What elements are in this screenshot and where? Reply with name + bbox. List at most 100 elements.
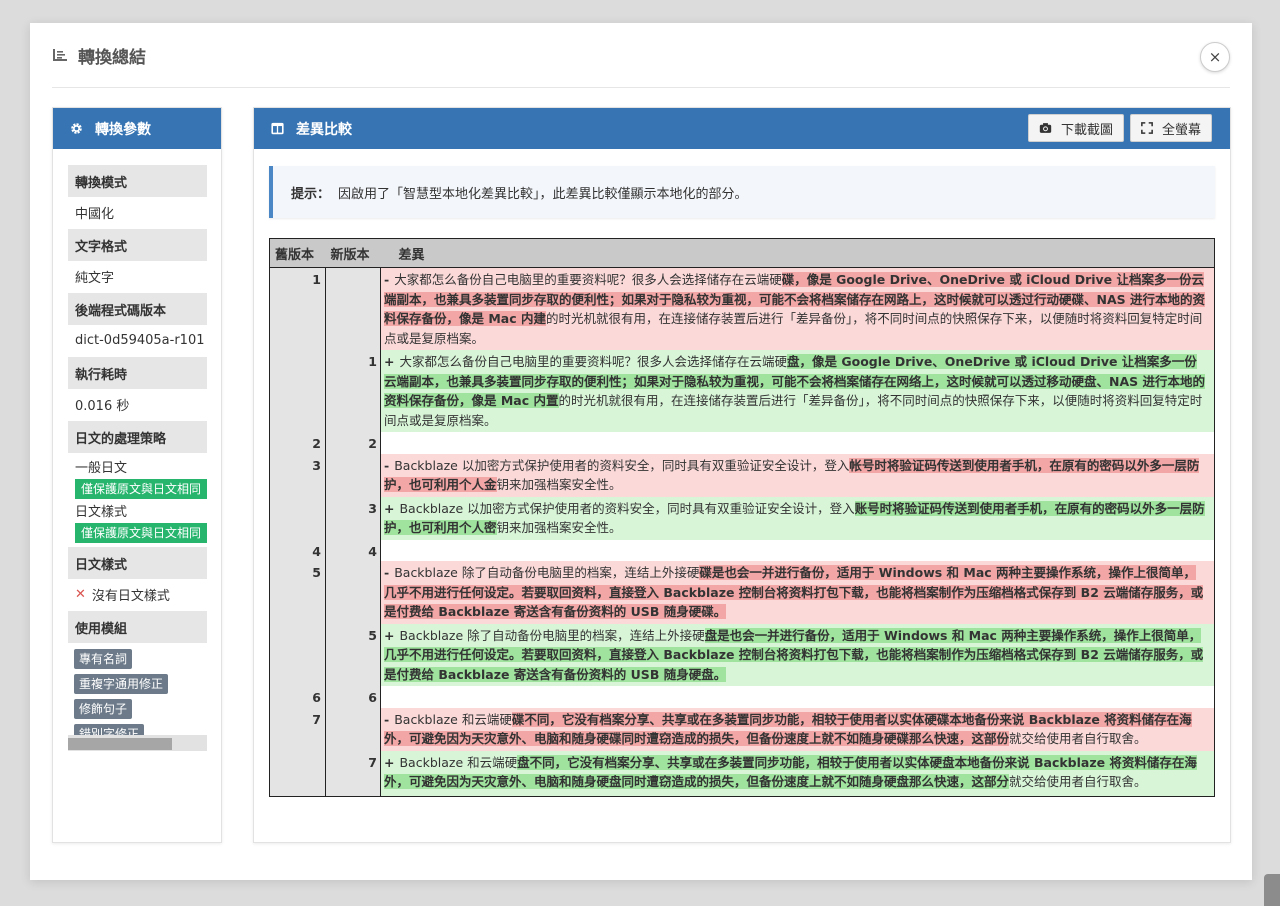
- page-scroll-button[interactable]: [1264, 874, 1280, 906]
- camera-icon: [1039, 122, 1052, 134]
- diff-content: + Backblaze 除了自动备份电脑里的档案，连结上外接硬盘是也会一并进行备份…: [380, 623, 1215, 686]
- text-format-label: 文字格式: [68, 229, 207, 261]
- params-panel: 轉換參數 轉換模式 中國化 文字格式 純文字 後端程式碼版本 dict-0d59…: [52, 107, 222, 843]
- unchanged-line-row: 44: [269, 539, 1215, 561]
- diff-panel-title: 差異比較: [296, 121, 352, 138]
- close-button[interactable]: ×: [1200, 42, 1230, 72]
- jp-strategy-list: 一般日文 僅保護原文與日文相同 日文樣式 僅保護原文與日文相同: [68, 453, 207, 543]
- jp-general-label: 一般日文: [75, 461, 128, 476]
- new-line-number: 3: [325, 496, 381, 540]
- unchanged-text: Backblaze 和云端硬: [394, 711, 512, 727]
- jp-general-tag: 僅保護原文與日文相同: [75, 479, 207, 499]
- col-new-header: 新版本: [325, 238, 381, 268]
- conversion-summary-modal: 轉換總結 × 轉換參數 轉換模式 中國化 文字格式 純文字 後端程式碼版本 di…: [30, 23, 1252, 880]
- hint-box: 提示： 因啟用了「智慧型本地化差異比較」，此差異比較僅顯示本地化的部分。: [269, 166, 1215, 218]
- col-diff-header: 差異: [380, 238, 1215, 268]
- params-panel-title: 轉換參數: [95, 121, 151, 138]
- jp-style-tag: 僅保護原文與日文相同: [75, 523, 207, 543]
- jp-style-label: 日文樣式: [75, 505, 128, 520]
- unchanged-line-row: 66: [269, 686, 1215, 708]
- new-line-number: 1: [325, 350, 381, 432]
- jp-strategy-label: 日文的處理策略: [68, 421, 207, 453]
- x-icon: ✕: [75, 587, 86, 602]
- scrollbar-thumb[interactable]: [68, 738, 172, 750]
- deleted-line-row: 3 - Backblaze 以加密方式保护使用者的资料安全，同时具有双重验证安全设计…: [269, 453, 1215, 497]
- modal-title: 轉換總結: [78, 47, 146, 68]
- module-tag: 重複字通用修正: [74, 674, 169, 694]
- columns-icon: [271, 122, 284, 135]
- deleted-line-row: 7 - Backblaze 和云端硬碟不同，它没有档案分享、共享或在多装置同步功能，…: [269, 707, 1215, 751]
- backend-version-value: dict-0d59405a-r101: [75, 333, 205, 348]
- params-panel-header: 轉換參數: [53, 108, 221, 149]
- minus-sign: -: [384, 711, 390, 727]
- hint-label: 提示：: [291, 186, 331, 202]
- diff-content: + Backblaze 和云端硬盘不同，它没有档案分享、共享或在多装置同步功能，相…: [380, 750, 1215, 796]
- module-tag: 專有名詞: [74, 649, 133, 669]
- fullscreen-button[interactable]: 全螢幕: [1130, 114, 1213, 142]
- diff-panel: 差異比較 下載截圖 全螢幕 提示： 因啟用了「智慧型本地化差異比較」，此差異比較…: [253, 107, 1231, 843]
- deleted-line-row: 1 - 大家都怎么备份自己电脑里的重要资料呢？很多人会选择储存在云端硬碟，像是 Go…: [269, 267, 1215, 350]
- old-line-number: [269, 750, 326, 796]
- text-format-value: 純文字: [75, 271, 115, 286]
- old-line-number: 2: [269, 432, 326, 454]
- download-screenshot-button[interactable]: 下載截圖: [1028, 114, 1125, 142]
- unchanged-text: Backblaze 除了自动备份电脑里的档案，连结上外接硬: [394, 565, 700, 580]
- diff-content: - Backblaze 以加密方式保护使用者的资料安全，同时具有双重验证安全设计，…: [380, 453, 1215, 497]
- download-screenshot-label: 下載截圖: [1061, 122, 1114, 138]
- new-line-number: 6: [325, 686, 381, 708]
- summary-list-icon: [52, 47, 68, 63]
- diff-content: [380, 432, 1215, 454]
- inserted-line-row: 3 + Backblaze 以加密方式保护使用者的资料安全，同时具有双重验证安全设计…: [269, 496, 1215, 540]
- new-line-number: [325, 561, 381, 624]
- backend-version-label: 後端程式碼版本: [68, 293, 207, 325]
- unchanged-text: 钥来加强档案安全性。: [496, 520, 622, 535]
- unchanged-text: Backblaze 和云端硬: [399, 754, 518, 770]
- unchanged-text: Backblaze 以加密方式保护使用者的资料安全，同时具有双重验证安全设计，登…: [399, 500, 855, 516]
- old-line-number: [269, 623, 326, 686]
- old-line-number: 1: [269, 267, 326, 350]
- old-line-number: [269, 350, 326, 432]
- diff-table-body: 1- 大家都怎么备份自己电脑里的重要资料呢？很多人会选择储存在云端硬碟，像是 Go…: [269, 267, 1215, 796]
- modules-list: 專有名詞 重複字通用修正 修飾句子 錯別字修正: [68, 643, 207, 749]
- inserted-line-row: 1 + 大家都怎么备份自己电脑里的重要资料呢？很多人会选择储存在云端硬盘，像是 Go…: [269, 350, 1215, 432]
- module-tag: 修飾句子: [74, 699, 133, 719]
- diff-content: - Backblaze 除了自动备份电脑里的档案，连结上外接硬碟是也会一并进行备份…: [380, 561, 1215, 624]
- deleted-line-row: 5 - Backblaze 除了自动备份电脑里的档案，连结上外接硬碟是也会一并进行备…: [269, 561, 1215, 624]
- old-line-number: [269, 496, 326, 540]
- plus-sign: +: [384, 627, 395, 643]
- diff-panel-header: 差異比較 下載截圖 全螢幕: [254, 108, 1230, 149]
- jp-style-section-label: 日文樣式: [68, 547, 207, 579]
- new-line-number: 5: [325, 623, 381, 686]
- old-line-number: 6: [269, 686, 326, 708]
- new-line-number: [325, 453, 381, 497]
- diff-content: [380, 686, 1215, 708]
- diff-content: [380, 539, 1215, 561]
- diff-content: - Backblaze 和云端硬碟不同，它没有档案分享、共享或在多装置同步功能，相…: [380, 707, 1215, 751]
- new-line-number: 7: [325, 750, 381, 796]
- params-list: 轉換模式 中國化 文字格式 純文字 後端程式碼版本 dict-0d59405a-…: [68, 164, 207, 749]
- minus-sign: -: [384, 272, 390, 287]
- jp-style-none-text: 沒有日文樣式: [91, 589, 170, 604]
- minus-sign: -: [384, 457, 390, 473]
- old-line-number: 5: [269, 561, 326, 624]
- new-line-number: [325, 707, 381, 751]
- params-horizontal-scrollbar[interactable]: [68, 735, 207, 751]
- fullscreen-icon: [1141, 122, 1153, 134]
- minus-sign: -: [384, 565, 390, 580]
- old-line-number: 4: [269, 539, 326, 561]
- plus-sign: +: [384, 354, 395, 369]
- inserted-line-row: 7 + Backblaze 和云端硬盘不同，它没有档案分享、共享或在多装置同步功能，…: [269, 750, 1215, 796]
- new-line-number: [325, 267, 381, 350]
- unchanged-text: Backblaze 除了自动备份电脑里的档案，连结上外接硬: [399, 627, 705, 643]
- elapsed-label: 執行耗時: [68, 357, 207, 389]
- unchanged-text: Backblaze 以加密方式保护使用者的资料安全，同时具有双重验证安全设计，登…: [394, 457, 850, 473]
- elapsed-value: 0.016 秒: [75, 399, 130, 414]
- plus-sign: +: [384, 500, 395, 516]
- inserted-line-row: 5 + Backblaze 除了自动备份电脑里的档案，连结上外接硬盘是也会一并进行备…: [269, 623, 1215, 686]
- modules-label: 使用模組: [68, 611, 207, 643]
- unchanged-text: 大家都怎么备份自己电脑里的重要资料呢？很多人会选择储存在云端硬: [399, 354, 787, 369]
- unchanged-text: 就交给使用者自行取舍。: [1009, 731, 1147, 746]
- unchanged-text: 就交给使用者自行取舍。: [1009, 774, 1147, 789]
- close-icon: ×: [1208, 48, 1222, 66]
- new-line-number: 2: [325, 432, 381, 454]
